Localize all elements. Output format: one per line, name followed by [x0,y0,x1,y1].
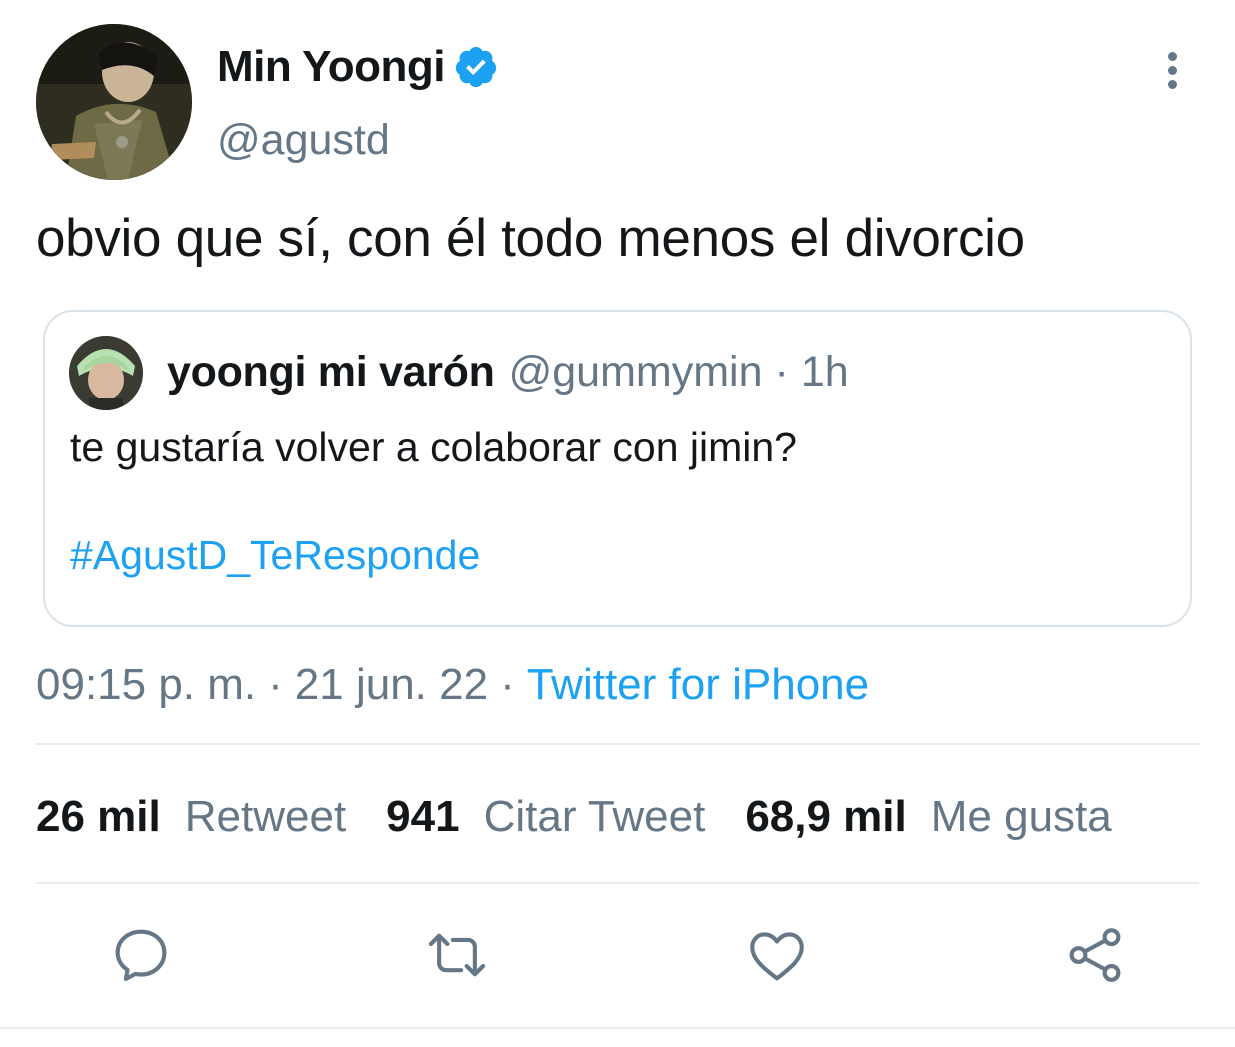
reply-icon[interactable] [108,922,174,988]
action-bar [0,922,1235,990]
profile-photo-icon [36,24,192,180]
quoted-hashtag-link[interactable]: #AgustD_TeResponde [70,532,480,579]
stat-count: 941 [386,792,460,841]
quote-count-link[interactable]: 941 Citar Tweet [386,792,705,842]
quoted-separator: · [774,348,789,396]
quoted-tweet-header: yoongi mi varón @gummymin · 1h [167,348,849,397]
tweet-text: obvio que sí, con él todo menos el divor… [36,209,1025,268]
divider [0,1027,1235,1029]
stat-count: 68,9 mil [745,792,907,841]
quoted-display-name: yoongi mi varón [167,348,495,396]
tweet-stats: 26 mil Retweet 941 Citar Tweet 68,9 mil … [36,792,1152,842]
meta-separator: · [268,660,283,709]
meta-separator: · [500,660,515,709]
stat-label: Citar Tweet [483,792,706,841]
author-handle[interactable]: @agustd [217,116,390,165]
retweet-icon[interactable] [424,922,490,988]
quoted-handle: @gummymin [508,348,763,396]
quoted-profile-photo-icon [69,336,143,410]
more-options-icon[interactable] [1152,52,1192,96]
verified-badge-icon [453,44,499,90]
like-count-link[interactable]: 68,9 mil Me gusta [745,792,1111,842]
quoted-tweet-text: te gustaría volver a colaborar con jimin… [70,424,797,470]
like-icon[interactable] [744,922,810,988]
divider [36,743,1199,745]
divider [36,882,1199,884]
share-icon[interactable] [1062,922,1128,988]
retweet-count-link[interactable]: 26 mil Retweet [36,792,346,842]
tweet-detail: Min Yoongi @agustd obvio que sí, con él … [0,0,1235,1047]
stat-label: Retweet [184,792,347,841]
stat-count: 26 mil [36,792,161,841]
author-name-text: Min Yoongi [217,42,446,91]
author-display-name[interactable]: Min Yoongi [217,42,499,92]
tweet-source-link[interactable]: Twitter for iPhone [527,660,869,710]
stat-label: Me gusta [930,792,1112,841]
quoted-tweet[interactable]: yoongi mi varón @gummymin · 1h te gustar… [43,310,1192,627]
tweet-date: 21 jun. 22 [294,660,489,709]
tweet-time: 09:15 p. m. [36,660,257,709]
quoted-time: 1h [800,348,849,396]
tweet-meta: 09:15 p. m. · 21 jun. 22 · Twitter for i… [36,660,869,710]
author-avatar[interactable] [36,24,192,180]
quoted-author-avatar [69,336,143,410]
